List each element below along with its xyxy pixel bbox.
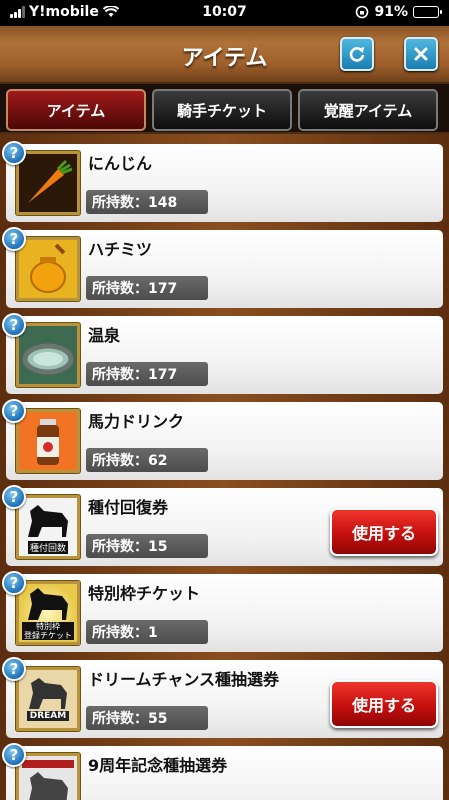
use-button[interactable]: 使用する (330, 508, 438, 556)
icon-caption: 特別枠 登録チケット (22, 622, 74, 640)
item-quantity: 所持数：55 (86, 706, 208, 730)
tab-bar: アイテム 騎手チケット 覚醒アイテム (0, 82, 449, 134)
honey-icon (16, 237, 80, 301)
battery-percent: 91% (374, 4, 408, 20)
item-name: 特別枠チケット (88, 584, 201, 603)
list-item-special-slot-ticket[interactable]: ? 特別枠 登録チケット 特別枠チケット 所持数：1 (2, 571, 443, 652)
item-quantity: 所持数：62 (86, 448, 208, 472)
help-icon[interactable]: ? (2, 141, 26, 165)
anniversary-lottery-ticket-icon (16, 753, 80, 800)
item-name: 温泉 (88, 326, 121, 345)
item-quantity: 所持数：148 (86, 190, 208, 214)
list-item-energy-drink[interactable]: ? 馬力ドリンク 所持数：62 (2, 399, 443, 480)
page-title: アイテム (181, 46, 268, 71)
help-icon[interactable]: ? (2, 571, 26, 595)
icon-caption: DREAM (26, 711, 70, 721)
help-icon[interactable]: ? (2, 313, 26, 337)
refresh-icon (349, 47, 365, 62)
item-quantity: 所持数：177 (86, 362, 208, 386)
list-item-carrot[interactable]: ? にんじん 所持数：148 (2, 141, 443, 222)
special-slot-ticket-icon: 特別枠 登録チケット (16, 581, 80, 645)
help-icon[interactable]: ? (2, 485, 26, 509)
help-icon[interactable]: ? (2, 399, 26, 423)
tab-awakening-items[interactable]: 覚醒アイテム (298, 89, 438, 131)
item-list[interactable]: ? にんじん 所持数：148 ? ハチミツ 所持数：177 ? 温泉 所持数：1… (0, 134, 449, 800)
tab-items[interactable]: アイテム (6, 89, 146, 131)
help-icon[interactable]: ? (2, 657, 26, 681)
item-name: ドリームチャンス種抽選券 (88, 670, 280, 689)
list-item-dream-lottery-ticket[interactable]: ? DREAM ドリームチャンス種抽選券 所持数：55 使用する (2, 657, 443, 738)
carrot-icon (16, 151, 80, 215)
status-bar: Y!mobile 10:07 91% (0, 0, 449, 26)
refresh-button[interactable] (340, 37, 374, 71)
icon-caption: 種付回数 (27, 540, 68, 554)
item-name: 9周年記念種抽選券 (88, 756, 228, 775)
help-icon[interactable]: ? (2, 743, 26, 767)
item-quantity: 所持数：15 (86, 534, 208, 558)
item-quantity: 所持数：177 (86, 276, 208, 300)
dream-lottery-ticket-icon: DREAM (16, 667, 80, 731)
breeding-recovery-ticket-icon: 種付回数 (16, 495, 80, 559)
list-item-honey[interactable]: ? ハチミツ 所持数：177 (2, 227, 443, 308)
item-name: にんじん (88, 154, 153, 173)
hot-spring-icon (16, 323, 80, 387)
close-icon (414, 47, 428, 61)
rotation-lock-icon (356, 5, 369, 19)
item-name: 馬力ドリンク (88, 412, 185, 431)
status-right: 91% (355, 4, 442, 20)
use-button[interactable]: 使用する (330, 680, 438, 728)
item-name: 種付回復券 (88, 498, 169, 517)
tab-jockey-tickets[interactable]: 騎手チケット (152, 89, 292, 131)
item-quantity: 所持数：1 (86, 620, 208, 644)
header-bar: アイテム (0, 26, 449, 82)
close-button[interactable] (404, 37, 438, 71)
help-icon[interactable]: ? (2, 227, 26, 251)
item-name: ハチミツ (88, 240, 153, 259)
list-item-hot-spring[interactable]: ? 温泉 所持数：177 (2, 313, 443, 394)
energy-drink-icon (16, 409, 80, 473)
list-item-breeding-recovery-ticket[interactable]: ? 種付回数 種付回復券 所持数：15 使用する (2, 485, 443, 566)
list-item-anniversary-lottery-ticket[interactable]: ? 9周年記念種抽選券 (2, 743, 443, 800)
battery-icon (413, 6, 442, 18)
